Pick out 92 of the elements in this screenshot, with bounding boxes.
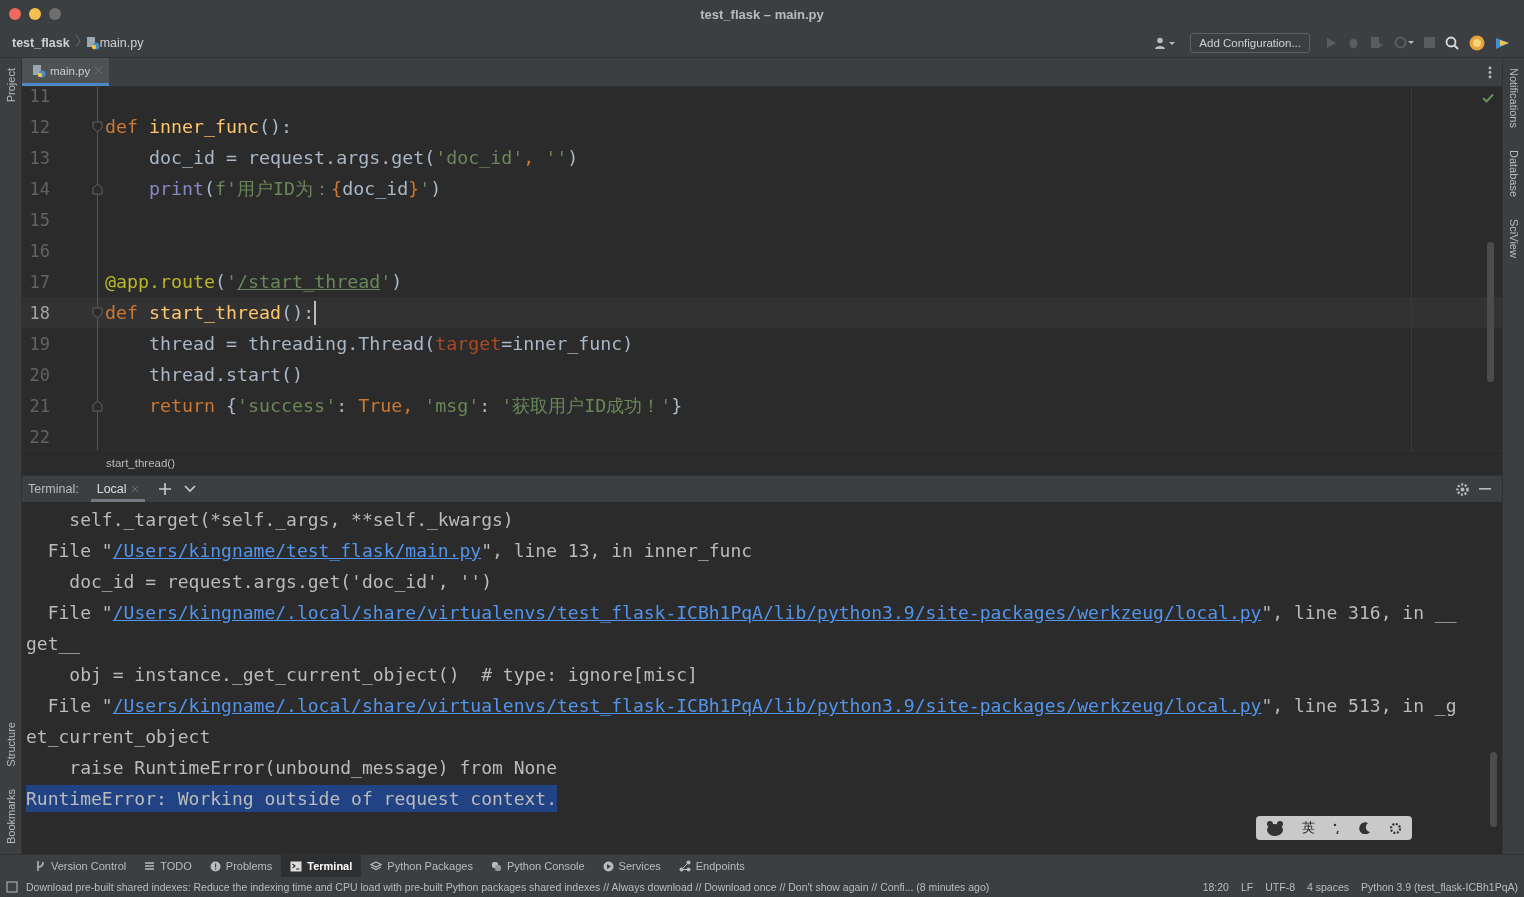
python-file-icon bbox=[32, 63, 46, 78]
more-icon bbox=[1488, 65, 1492, 79]
terminal-line: self._target(*self._args, **self._kwargs) bbox=[68, 508, 514, 532]
layers-icon bbox=[370, 860, 383, 872]
terminal-icon bbox=[290, 860, 303, 872]
status-item[interactable]: 4 spaces bbox=[1306, 881, 1349, 893]
line-number: 22 bbox=[28, 426, 50, 447]
code-line: @app.route('/start_thread') bbox=[104, 271, 403, 292]
status-item[interactable]: LF bbox=[1240, 881, 1254, 893]
tool-window-tab[interactable]: Structure bbox=[4, 718, 17, 771]
line-number: 19 bbox=[28, 333, 50, 354]
terminal-label: Terminal: bbox=[28, 482, 79, 496]
tool-window-tab[interactable]: Project bbox=[4, 64, 17, 107]
line-number: 21 bbox=[28, 395, 50, 416]
close-icon bbox=[130, 485, 139, 493]
list-icon bbox=[144, 861, 156, 871]
tool-window-tab[interactable]: Notifications bbox=[1507, 64, 1520, 132]
panel-icon bbox=[6, 881, 18, 893]
code-line: return {'success': True, 'msg': '获取用户ID成功！'} bbox=[148, 394, 683, 418]
tool-window-button[interactable]: Python Console bbox=[481, 855, 594, 877]
minimize-button[interactable] bbox=[29, 8, 41, 20]
status-item[interactable]: Python 3.9 (test_flask-ICBh1PqA) bbox=[1361, 881, 1518, 893]
settings-icon bbox=[1389, 821, 1402, 835]
tool-window-tab[interactable]: Bookmarks bbox=[4, 784, 17, 848]
breadcrumb-item[interactable]: test_flask bbox=[12, 35, 70, 50]
code-line: doc_id = request.args.get('doc_id', '') bbox=[148, 147, 579, 168]
terminal-line: File "/Users/kingname/test_flask/main.py", line 13, in inner_func bbox=[46, 539, 753, 563]
moon-icon bbox=[1359, 822, 1371, 834]
branch-icon bbox=[35, 860, 46, 872]
tool-window-button[interactable]: Version Control bbox=[26, 855, 136, 877]
line-number: 15 bbox=[28, 209, 50, 230]
breadcrumb-item[interactable]: main.py bbox=[99, 35, 144, 50]
breadcrumb-item[interactable]: start_thread() bbox=[106, 457, 176, 469]
search-icon bbox=[1445, 35, 1459, 50]
terminal-line: raise RuntimeError(unbound_message) from None bbox=[68, 756, 557, 780]
terminal-line: obj = instance._get_current_object() # type: ignore[misc] bbox=[68, 663, 698, 687]
plus-icon bbox=[158, 483, 171, 495]
stop-icon bbox=[1424, 37, 1435, 48]
terminal-line: doc_id = request.args.get('doc_id', '') bbox=[68, 570, 492, 594]
python-file-icon bbox=[85, 35, 100, 50]
fold-icon[interactable] bbox=[92, 120, 103, 133]
terminal-line: File "/Users/kingname/.local/share/virtualenvs/test_flask-ICBh1PqA/lib/python3.9/site-packages/werkzeug/local.py", line 513, in _g bbox=[46, 694, 1457, 718]
close-button[interactable] bbox=[9, 8, 21, 20]
tool-window-button[interactable]: TODO bbox=[135, 855, 201, 877]
endpoints-icon bbox=[678, 860, 691, 872]
tool-window-button[interactable]: Endpoints bbox=[669, 855, 754, 877]
problems-icon bbox=[209, 860, 221, 872]
minimize-icon bbox=[1479, 488, 1491, 490]
tool-window-tab[interactable]: SciView bbox=[1507, 215, 1520, 262]
scrollbar[interactable] bbox=[1490, 752, 1497, 827]
punctuation-icon bbox=[1333, 822, 1341, 834]
tool-window-button[interactable]: Problems bbox=[200, 855, 282, 877]
check-icon bbox=[1482, 93, 1494, 103]
fold-icon[interactable] bbox=[92, 182, 103, 195]
tool-window-button[interactable]: Services bbox=[593, 855, 670, 877]
fold-icon[interactable] bbox=[92, 306, 103, 319]
tool-window-button[interactable]: Terminal bbox=[281, 855, 362, 877]
chevron-icon bbox=[74, 34, 81, 48]
bear-icon bbox=[1266, 820, 1284, 836]
terminal-line: File "/Users/kingname/.local/share/virtualenvs/test_flask-ICBh1PqA/lib/python3.9/site-packages/werkzeug/local.py", line 316, in __ bbox=[46, 601, 1457, 625]
code-line: print(f'用户ID为：{doc_id}') bbox=[148, 177, 442, 201]
tool-window-button[interactable]: Python Packages bbox=[361, 855, 482, 877]
terminal-line: get__ bbox=[26, 632, 81, 656]
chevron-down-icon bbox=[183, 485, 196, 493]
line-number: 20 bbox=[28, 364, 50, 385]
close-icon bbox=[94, 66, 104, 75]
fold-icon[interactable] bbox=[92, 399, 103, 412]
run-icon bbox=[1325, 36, 1337, 49]
tool-window-tab[interactable]: Database bbox=[1507, 145, 1520, 201]
status-message[interactable]: Download pre-built shared indexes: Reduce the indexing time and CPU load with pre-built Python packages shared indexes // Always download // Download once // Don't show again // Confi... (8 minutes ago) bbox=[26, 881, 1191, 893]
line-number: 14 bbox=[28, 178, 50, 199]
window-title: test_flask – main.py bbox=[700, 6, 824, 22]
add-configuration-button[interactable]: Add Configuration... bbox=[1190, 32, 1310, 53]
status-item[interactable]: 18:20 bbox=[1202, 881, 1229, 893]
terminal-line: et_current_object bbox=[26, 725, 211, 749]
status-item[interactable]: UTF-8 bbox=[1265, 881, 1295, 893]
language-toggle[interactable]: 英 bbox=[1302, 819, 1315, 837]
code-line: def inner_func(): bbox=[104, 116, 293, 137]
line-number: 18 bbox=[28, 302, 50, 323]
line-number: 13 bbox=[28, 147, 50, 168]
scrollbar[interactable] bbox=[1487, 242, 1494, 382]
zoom-button[interactable] bbox=[49, 8, 61, 20]
services-icon bbox=[602, 860, 614, 872]
code-line: thread.start() bbox=[148, 364, 304, 385]
line-number: 17 bbox=[28, 271, 50, 292]
line-number: 16 bbox=[28, 240, 50, 261]
line-number: 11 bbox=[28, 87, 50, 106]
code-line: thread = threading.Thread(target=inner_func) bbox=[148, 333, 634, 354]
line-number: 12 bbox=[28, 116, 50, 137]
user-icon bbox=[1155, 36, 1176, 49]
settings-icon bbox=[1456, 482, 1469, 496]
editor-tab[interactable]: main.py bbox=[22, 58, 110, 86]
